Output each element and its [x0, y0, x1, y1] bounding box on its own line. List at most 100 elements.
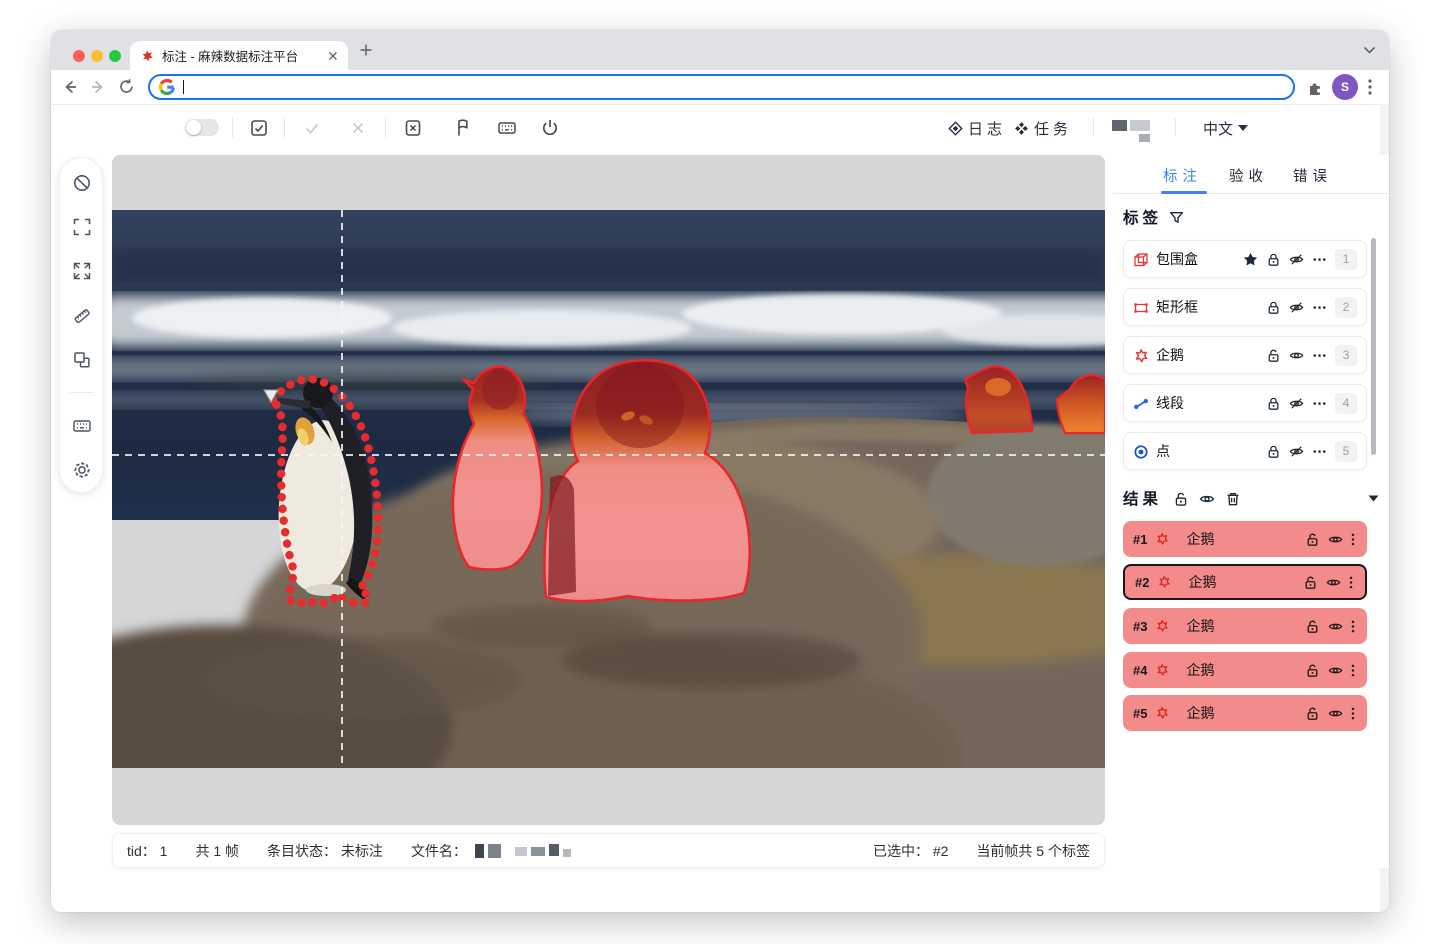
- browser-tab[interactable]: 标注 - 麻辣数据标注平台: [130, 41, 348, 70]
- lock-open-icon[interactable]: [1173, 491, 1188, 506]
- avatar[interactable]: S: [1332, 74, 1358, 100]
- forward-icon[interactable]: [89, 78, 107, 96]
- browser-menu-kebab-icon[interactable]: [1368, 79, 1372, 95]
- extensions-puzzle-icon[interactable]: [1306, 78, 1324, 96]
- flag-icon[interactable]: [454, 118, 474, 138]
- kebab-icon[interactable]: [1351, 532, 1357, 547]
- result-id: #4: [1133, 663, 1147, 678]
- address-bar[interactable]: [148, 74, 1295, 100]
- kebab-icon[interactable]: [1351, 663, 1357, 678]
- new-tab-button[interactable]: [359, 43, 373, 57]
- kebab-icon[interactable]: [1351, 619, 1357, 634]
- lock-open-icon[interactable]: [1303, 575, 1318, 590]
- label-row-dian[interactable]: 点 5: [1123, 432, 1367, 470]
- keyboard-shortcuts-tool-icon[interactable]: [72, 416, 92, 436]
- tab-strip: 标注 - 麻辣数据标注平台: [51, 30, 1389, 70]
- more-icon[interactable]: [1312, 300, 1327, 315]
- more-icon[interactable]: [1312, 444, 1327, 459]
- eye-icon[interactable]: [1289, 348, 1304, 363]
- power-icon[interactable]: [540, 118, 560, 138]
- browser-window: 标注 - 麻辣数据标注平台: [51, 30, 1389, 912]
- label-row-qie[interactable]: 企鹅 3: [1123, 336, 1367, 374]
- tab-annotate[interactable]: 标注: [1163, 165, 1202, 186]
- language-selector[interactable]: 中文: [1203, 115, 1248, 141]
- result-row-2-selected[interactable]: #2 企鹅: [1123, 564, 1367, 600]
- kebab-icon[interactable]: [1349, 575, 1355, 590]
- label-row-baoweihe[interactable]: 包围盒 1: [1123, 240, 1367, 278]
- result-name: 企鹅: [1186, 660, 1297, 680]
- username-redacted: [1112, 118, 1158, 140]
- task-button[interactable]: 任务: [1014, 115, 1072, 141]
- no-entry-tool-icon[interactable]: [72, 173, 92, 193]
- penguin-scene: [112, 210, 1105, 768]
- lock-icon[interactable]: [1266, 396, 1281, 411]
- eye-icon[interactable]: [1328, 663, 1343, 678]
- annotation-canvas[interactable]: [112, 155, 1105, 825]
- result-row-1[interactable]: #1 企鹅: [1123, 521, 1367, 557]
- filter-funnel-icon[interactable]: [1169, 210, 1184, 225]
- expand-tool-icon[interactable]: [72, 261, 92, 281]
- status-tid: tid： 1: [127, 841, 167, 861]
- star-icon[interactable]: [1243, 252, 1258, 267]
- settings-gear-icon[interactable]: [72, 460, 92, 480]
- eye-icon[interactable]: [1328, 532, 1343, 547]
- task-label: 任务: [1034, 118, 1072, 139]
- keyboard-icon[interactable]: [497, 118, 517, 138]
- result-id: #3: [1133, 619, 1147, 634]
- eye-icon[interactable]: [1328, 619, 1343, 634]
- more-icon[interactable]: [1312, 348, 1327, 363]
- lock-open-icon[interactable]: [1266, 348, 1281, 363]
- label-row-xianduan[interactable]: 线段 4: [1123, 384, 1367, 422]
- annotate-toggle[interactable]: [185, 119, 219, 136]
- tab-search-chevron-icon[interactable]: [1363, 46, 1376, 55]
- tab-errors[interactable]: 错误: [1293, 165, 1332, 186]
- eye-icon[interactable]: [1199, 491, 1214, 506]
- lock-open-icon[interactable]: [1305, 663, 1320, 678]
- fullscreen-tool-icon[interactable]: [72, 217, 92, 237]
- shortcut-badge: 3: [1335, 345, 1357, 366]
- label-row-juxingkuang[interactable]: 矩形框 2: [1123, 288, 1367, 326]
- result-row-4[interactable]: #4 企鹅: [1123, 652, 1367, 688]
- result-name: 企鹅: [1186, 616, 1297, 636]
- reject-x-icon[interactable]: [348, 118, 368, 138]
- tab-favicon-icon: [140, 49, 154, 63]
- approve-check-icon[interactable]: [302, 118, 322, 138]
- status-label-count: 当前帧共 5 个标签: [976, 841, 1090, 861]
- tab-review[interactable]: 验收: [1229, 165, 1268, 186]
- minimize-window-button[interactable]: [91, 50, 103, 62]
- avatar-letter: S: [1341, 80, 1349, 94]
- eye-off-icon[interactable]: [1289, 300, 1304, 315]
- lock-icon[interactable]: [1266, 252, 1281, 267]
- eye-off-icon[interactable]: [1289, 396, 1304, 411]
- label-name: 包围盒: [1156, 249, 1235, 269]
- eye-icon[interactable]: [1328, 706, 1343, 721]
- eye-icon[interactable]: [1326, 575, 1341, 590]
- measure-tool-icon[interactable]: [72, 306, 92, 326]
- more-icon[interactable]: [1312, 396, 1327, 411]
- eye-off-icon[interactable]: [1289, 444, 1304, 459]
- lock-open-icon[interactable]: [1305, 619, 1320, 634]
- back-icon[interactable]: [61, 78, 79, 96]
- collapse-caret-icon[interactable]: [1368, 495, 1379, 502]
- more-icon[interactable]: [1312, 252, 1327, 267]
- tab-close-icon[interactable]: [328, 51, 338, 61]
- lock-open-icon[interactable]: [1305, 532, 1320, 547]
- kebab-icon[interactable]: [1351, 706, 1357, 721]
- result-row-3[interactable]: #3 企鹅: [1123, 608, 1367, 644]
- lock-open-icon[interactable]: [1305, 706, 1320, 721]
- log-button[interactable]: 日志: [948, 115, 1006, 141]
- eye-off-icon[interactable]: [1289, 252, 1304, 267]
- file-x-icon[interactable]: [403, 118, 423, 138]
- trash-icon[interactable]: [1225, 491, 1240, 506]
- shapes-tool-icon[interactable]: [72, 350, 92, 370]
- lock-icon[interactable]: [1266, 444, 1281, 459]
- polyline-icon: [1133, 396, 1148, 411]
- maximize-window-button[interactable]: [109, 50, 121, 62]
- result-row-5[interactable]: #5 企鹅: [1123, 695, 1367, 731]
- status-entry: 条目状态： 未标注: [267, 841, 383, 861]
- lock-icon[interactable]: [1266, 300, 1281, 315]
- labels-scrollbar-thumb[interactable]: [1371, 238, 1376, 455]
- check-square-icon[interactable]: [249, 118, 269, 138]
- close-window-button[interactable]: [73, 50, 85, 62]
- reload-icon[interactable]: [118, 78, 135, 95]
